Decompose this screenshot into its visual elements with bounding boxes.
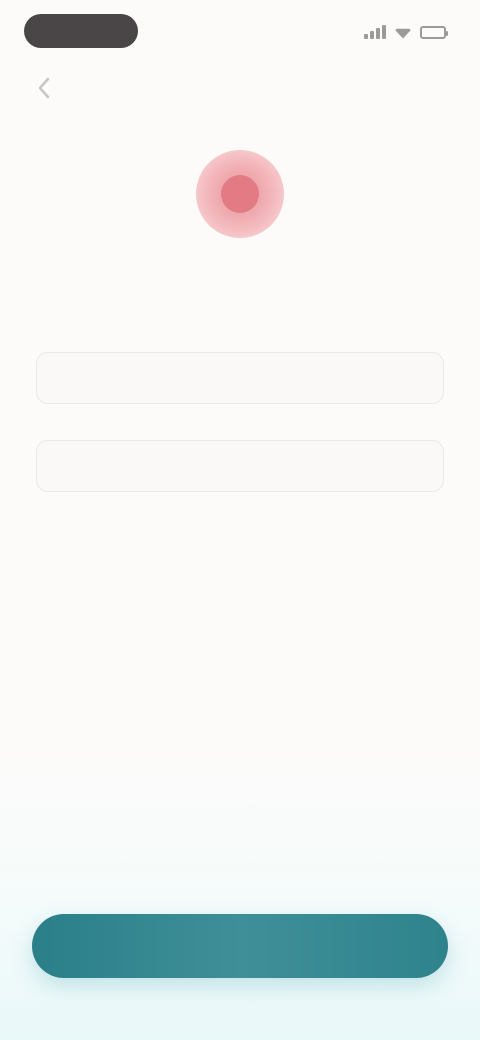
status-bar — [0, 0, 480, 64]
first-input[interactable] — [55, 369, 425, 387]
status-icons — [364, 22, 448, 42]
chevron-left-icon — [38, 77, 50, 99]
primary-button[interactable] — [32, 914, 448, 978]
logo-mark — [221, 175, 259, 213]
battery-icon — [420, 25, 448, 39]
app-logo-icon — [196, 150, 284, 238]
wifi-icon — [394, 28, 412, 39]
second-input[interactable] — [55, 457, 425, 475]
signal-icon — [364, 25, 386, 39]
login-screen — [0, 0, 480, 1040]
back-button[interactable] — [26, 70, 62, 106]
input-field-one[interactable] — [36, 352, 444, 404]
input-field-two[interactable] — [36, 440, 444, 492]
status-time-pill — [24, 14, 138, 48]
